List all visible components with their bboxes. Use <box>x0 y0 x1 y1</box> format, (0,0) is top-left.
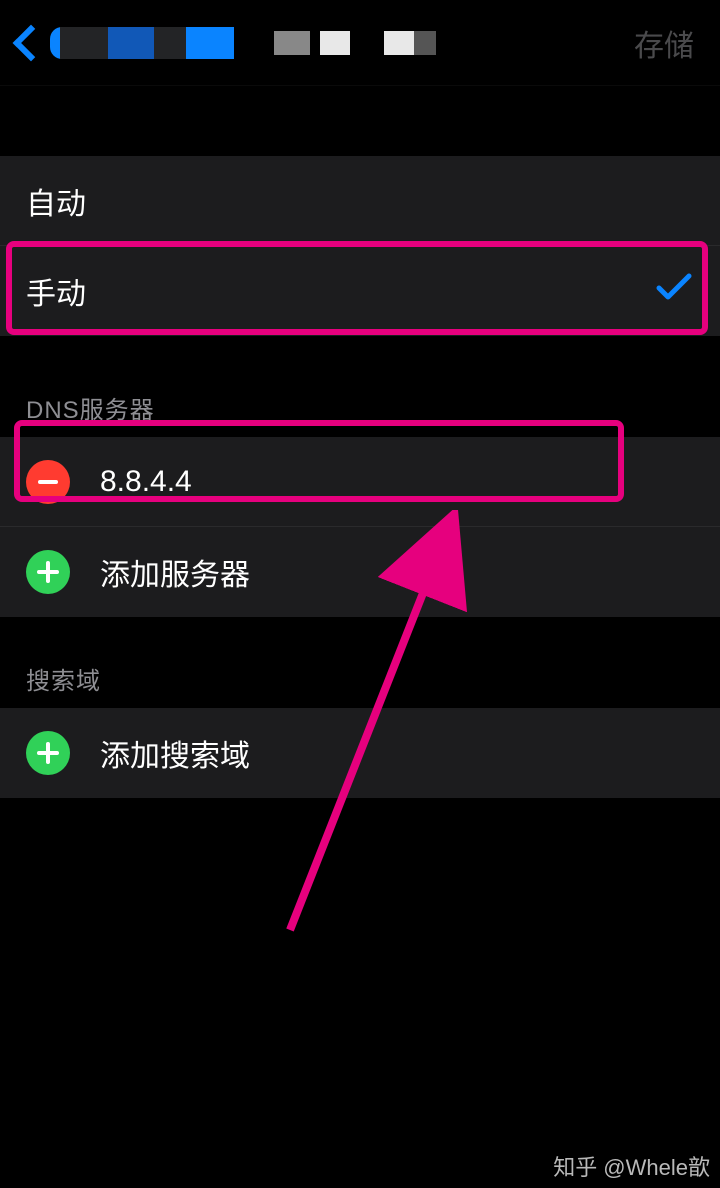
checkmark-icon <box>656 272 692 310</box>
dns-mode-group: 自动 手动 <box>0 156 720 336</box>
dns-section-title: DNS服务器 <box>0 390 720 437</box>
search-domain-section-title: 搜索域 <box>0 661 720 708</box>
dns-servers-section: DNS服务器 8.8.4.4 添加服务器 <box>0 390 720 617</box>
search-domains-section: 搜索域 添加搜索域 <box>0 661 720 798</box>
mode-manual-row[interactable]: 手动 <box>0 246 720 336</box>
add-icon[interactable] <box>26 731 70 775</box>
mode-auto-label: 自动 <box>26 179 86 223</box>
dns-server-value: 8.8.4.4 <box>100 465 192 499</box>
add-icon[interactable] <box>26 550 70 594</box>
back-icon[interactable] <box>12 22 36 64</box>
mode-manual-label: 手动 <box>26 269 86 313</box>
watermark-label: 知乎 @Whele歆 <box>553 1150 710 1182</box>
nav-header: 存储 <box>0 0 720 86</box>
mode-auto-row[interactable]: 自动 <box>0 156 720 246</box>
add-search-domain-row[interactable]: 添加搜索域 <box>0 708 720 798</box>
add-server-label: 添加服务器 <box>100 550 250 594</box>
add-server-row[interactable]: 添加服务器 <box>0 527 720 617</box>
header-title-redacted <box>50 27 436 59</box>
remove-icon[interactable] <box>26 460 70 504</box>
dns-server-row[interactable]: 8.8.4.4 <box>0 437 720 527</box>
save-button[interactable]: 存储 <box>634 21 694 65</box>
add-search-domain-label: 添加搜索域 <box>100 731 250 775</box>
